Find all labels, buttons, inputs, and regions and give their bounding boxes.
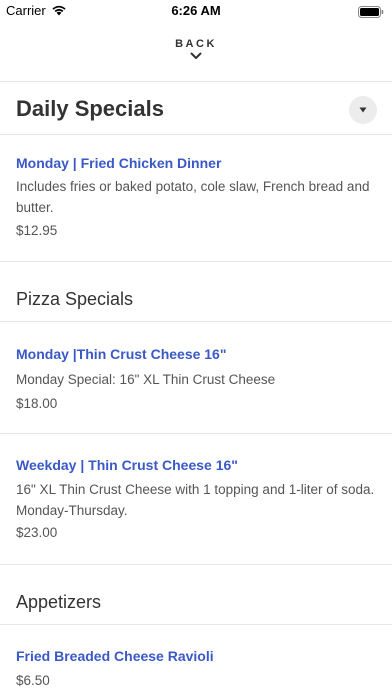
divider [0,564,392,565]
menu-item-price: $23.00 [16,525,58,540]
divider [0,433,392,434]
menu-item-price: $18.00 [16,396,58,411]
battery-icon [358,5,384,23]
menu-item-description: Monday Special: 16" XL Thin Crust Cheese [16,372,276,387]
chevron-down-icon [190,52,202,59]
menu-item-description: 16" XL Thin Crust Cheese with 1 topping … [16,482,375,518]
divider [0,321,392,322]
section-title-pizza-specials: Pizza Specials [16,289,134,309]
back-label: BACK [175,38,217,50]
divider [0,261,392,262]
menu-item-description: Includes fries or baked potato, cole sla… [16,179,370,215]
divider [0,624,392,625]
menu-item-price: $12.95 [16,223,58,238]
divider [0,81,392,82]
section-title-daily-specials: Daily Specials [16,96,164,121]
triangle-down-icon [359,107,367,113]
back-button[interactable]: BACK [0,38,392,60]
menu-item-name[interactable]: Monday |Thin Crust Cheese 16" [16,346,227,362]
status-time: 6:26 AM [171,3,221,18]
menu-item-price: $6.50 [16,673,50,688]
status-bar: Carrier 6:26 AM [0,0,392,22]
menu-item-name[interactable]: Weekday | Thin Crust Cheese 16" [16,457,238,473]
menu-item-name[interactable]: Fried Breaded Cheese Ravioli [16,648,214,664]
section-title-appetizers: Appetizers [16,592,102,612]
menu-item-name[interactable]: Monday | Fried Chicken Dinner [16,155,221,171]
divider [0,134,392,135]
section-toggle-button[interactable] [349,96,377,124]
